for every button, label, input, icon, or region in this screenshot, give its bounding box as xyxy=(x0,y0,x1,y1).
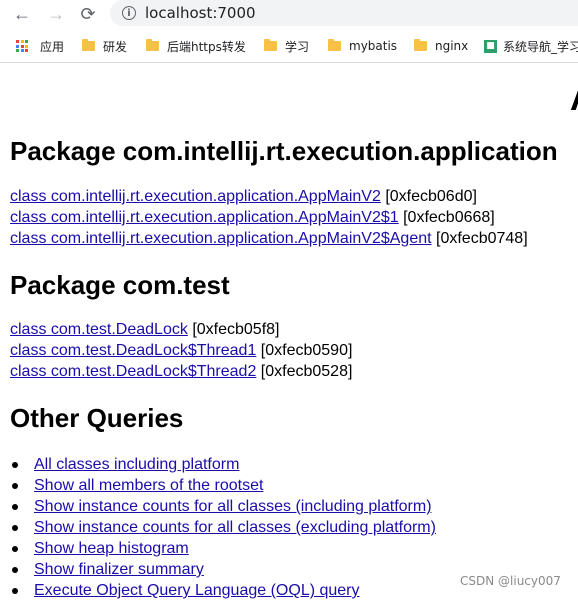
class-address: [0xfecb0528] xyxy=(260,363,353,380)
class-row: class com.intellij.rt.execution.applicat… xyxy=(10,208,495,228)
bookmark-folder[interactable]: 后端https转发 xyxy=(146,37,246,55)
class-link[interactable]: class com.intellij.rt.execution.applicat… xyxy=(10,230,432,247)
query-link[interactable]: Show instance counts for all classes (in… xyxy=(34,498,432,515)
address-bar[interactable]: i localhost:7000 xyxy=(110,0,578,26)
bookmark-label: nginx xyxy=(435,39,469,53)
query-link[interactable]: All classes including platform xyxy=(34,456,239,473)
class-address: [0xfecb05f8] xyxy=(192,321,280,338)
bookmark-label: 学习 xyxy=(285,39,310,54)
list-item: Show heap histogram xyxy=(12,538,436,559)
bookmark-label: 系统导航_学习 xyxy=(503,39,578,54)
query-link[interactable]: Show instance counts for all classes (ex… xyxy=(34,519,436,536)
folder-icon xyxy=(414,39,427,51)
list-item: Show instance counts for all classes (in… xyxy=(12,496,436,517)
class-row: class com.intellij.rt.execution.applicat… xyxy=(10,187,477,207)
bookmark-label: 研发 xyxy=(103,39,128,54)
class-link[interactable]: class com.intellij.rt.execution.applicat… xyxy=(10,209,399,226)
section-heading: Package com.test xyxy=(10,270,230,300)
info-icon[interactable]: i xyxy=(122,6,136,20)
back-arrow-icon[interactable]: ← xyxy=(12,4,32,24)
bookmark-folder[interactable]: mybatis xyxy=(328,37,397,55)
section-heading: Other Queries xyxy=(10,403,184,433)
class-link[interactable]: class com.intellij.rt.execution.applicat… xyxy=(10,188,381,205)
forward-arrow-icon[interactable]: → xyxy=(46,4,66,24)
list-item: All classes including platform xyxy=(12,454,436,475)
class-address: [0xfecb0590] xyxy=(260,342,353,359)
class-address: [0xfecb0748] xyxy=(436,230,528,247)
class-address: [0xfecb06d0] xyxy=(385,188,477,205)
bookmark-site[interactable]: ■ 系统导航_学习 xyxy=(484,37,578,55)
folder-icon xyxy=(328,39,341,51)
class-row: class com.test.DeadLock$Thread1 [0xfecb0… xyxy=(10,341,352,361)
query-link[interactable]: Execute Object Query Language (OQL) quer… xyxy=(34,582,360,599)
list-item: Show instance counts for all classes (ex… xyxy=(12,517,436,538)
class-row: class com.test.DeadLock [0xfecb05f8] xyxy=(10,320,279,340)
bookmark-apps[interactable]: 应用 xyxy=(16,37,64,55)
bookmark-label: 应用 xyxy=(40,39,65,54)
page-title: A xyxy=(570,80,578,119)
bookmark-folder[interactable]: nginx xyxy=(414,37,468,55)
url-text[interactable]: localhost:7000 xyxy=(145,4,256,22)
folder-icon xyxy=(82,39,95,51)
apps-grid-icon xyxy=(16,40,28,52)
bookmark-label: 后端https转发 xyxy=(167,39,246,54)
reload-icon[interactable]: ⟳ xyxy=(78,4,98,24)
folder-icon xyxy=(146,39,159,51)
bookmark-folder[interactable]: 学习 xyxy=(264,37,309,55)
list-item: Execute Object Query Language (OQL) quer… xyxy=(12,580,436,601)
query-list: All classes including platform Show all … xyxy=(12,454,436,601)
folder-icon xyxy=(264,39,277,51)
bookmark-label: mybatis xyxy=(349,39,398,53)
query-link[interactable]: Show all members of the rootset xyxy=(34,477,263,494)
watermark: CSDN @liucy007 xyxy=(460,574,561,588)
list-item: Show finalizer summary xyxy=(12,559,436,580)
browser-toolbar: ← → ⟳ i localhost:7000 xyxy=(0,0,578,28)
class-link[interactable]: class com.test.DeadLock$Thread2 xyxy=(10,363,256,380)
class-row: class com.intellij.rt.execution.applicat… xyxy=(10,229,528,249)
query-link[interactable]: Show finalizer summary xyxy=(34,561,204,578)
class-address: [0xfecb0668] xyxy=(403,209,495,226)
query-link[interactable]: Show heap histogram xyxy=(34,540,189,557)
section-heading: Package com.intellij.rt.execution.applic… xyxy=(10,136,558,166)
site-icon: ■ xyxy=(484,39,497,53)
list-item: Show all members of the rootset xyxy=(12,475,436,496)
class-link[interactable]: class com.test.DeadLock$Thread1 xyxy=(10,342,256,359)
bookmarks-bar: 应用 研发 后端https转发 学习 mybatis nginx ■ 系统导航_… xyxy=(0,28,578,63)
class-link[interactable]: class com.test.DeadLock xyxy=(10,321,188,338)
class-row: class com.test.DeadLock$Thread2 [0xfecb0… xyxy=(10,362,352,382)
bookmark-folder[interactable]: 研发 xyxy=(82,37,127,55)
